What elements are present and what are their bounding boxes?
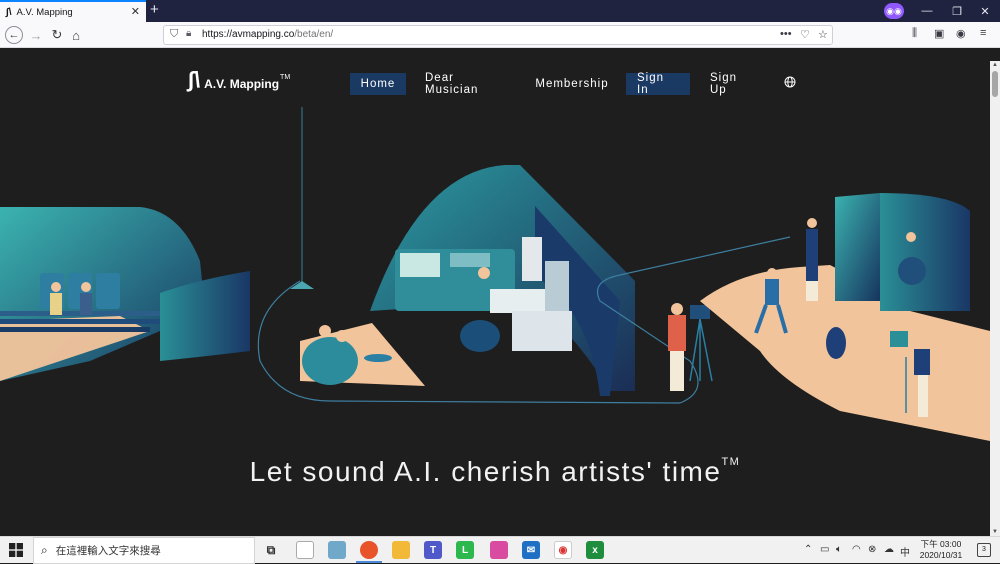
browser-nav-bar: ← → ↻ ⌂ ⛉ 🔒︎ https://avmapping.co/beta/e… [0, 22, 1000, 48]
private-browsing-icon: ◉◉ [884, 3, 904, 19]
sidebar-icon[interactable]: ▣ [934, 27, 944, 40]
logo-mark-icon: ∫\ [188, 67, 201, 92]
line-icon[interactable]: L [456, 541, 474, 559]
page-actions-button[interactable]: ••• [780, 28, 792, 40]
camera-operator [668, 315, 686, 351]
pocket-icon[interactable]: ♡ [800, 28, 810, 41]
studio-speaker [522, 237, 542, 281]
forward-button[interactable]: → [27, 26, 45, 44]
cinema-floor [0, 316, 150, 381]
tripod [689, 318, 713, 382]
video-camera-icon [690, 305, 710, 319]
back-button[interactable]: ← [5, 26, 23, 44]
monitor-screen [400, 253, 440, 277]
nav-dear-musician[interactable]: Dear Musician [414, 72, 518, 96]
wifi-icon[interactable]: ◠ [852, 544, 861, 555]
logo-text: A.V. Mapping [204, 77, 280, 91]
cloud-icon[interactable]: ☁ [884, 544, 894, 555]
hamburger-menu-icon[interactable]: ≡ [980, 27, 986, 39]
file-icon[interactable] [296, 541, 314, 559]
browser-tab[interactable]: ∫\ A.V. Mapping ✕ [0, 0, 146, 22]
hero-tagline: Let sound A.I. cherish artists' timeTM [249, 455, 741, 487]
scroll-down-arrow-icon[interactable]: ▼ [992, 529, 998, 535]
minimize-button[interactable]: — [912, 0, 942, 22]
tracking-shield-icon[interactable]: ⛉ [170, 28, 178, 41]
scrollbar-thumb[interactable] [992, 71, 998, 97]
logo-trademark: TM [280, 74, 291, 81]
battery-icon[interactable]: ▭ [820, 544, 829, 555]
firefox-icon[interactable] [360, 541, 378, 559]
mail-icon[interactable]: ✉ [522, 541, 540, 559]
photos-icon[interactable] [490, 541, 508, 559]
producer-chair [460, 320, 500, 352]
taskbar-search-box[interactable]: ⌕ 在這裡輸入文字來搜尋 [33, 537, 255, 564]
file-explorer-icon[interactable] [392, 541, 410, 559]
nav-sign-in[interactable]: Sign In [626, 72, 690, 96]
lounge-armchair [302, 337, 358, 385]
drum-booth [880, 193, 970, 311]
site-logo[interactable]: ∫\ A.V. Mapping TM [188, 67, 290, 93]
volume-icon[interactable]: 🔈︎ [836, 544, 842, 555]
nav-sign-up[interactable]: Sign Up [699, 72, 765, 96]
chrome-icon[interactable]: ◉ [554, 541, 572, 559]
tagline-trademark: TM [721, 455, 741, 468]
address-bar[interactable]: ⛉ 🔒︎ https://avmapping.co/beta/en/ ••• ♡… [163, 25, 833, 45]
search-icon: ⌕ [41, 543, 48, 557]
clock-date: 2020/10/31 [919, 550, 963, 560]
producer [478, 267, 490, 279]
windows-start-icon[interactable] [9, 543, 23, 557]
page-scrollbar[interactable]: ▲ ▼ [990, 61, 1000, 536]
scroll-up-arrow-icon[interactable]: ▲ [992, 62, 998, 68]
clock-time: 下午 03:00 [920, 539, 962, 549]
app-icon[interactable] [328, 541, 346, 559]
excel-icon[interactable]: x [586, 541, 604, 559]
nav-membership[interactable]: Membership [527, 73, 617, 95]
flute-player [806, 218, 818, 301]
url-text[interactable]: https://avmapping.co/beta/en/ [202, 29, 333, 40]
tab-title: A.V. Mapping [16, 6, 73, 18]
nav-home[interactable]: Home [350, 73, 406, 95]
drum-kit [898, 257, 926, 285]
page-viewport: ∫\ A.V. Mapping TM Home Dear Musician Me… [0, 61, 990, 536]
windows-taskbar: ⌕ 在這裡輸入文字來搜尋 ⧉ T L ✉ ◉ x ⌃ ▭ 🔈︎ ◠ ⊗ ☁ 中 … [0, 536, 1000, 564]
network-icon[interactable]: ⊗ [868, 544, 876, 555]
language-globe-icon[interactable] [784, 76, 796, 88]
restore-button[interactable]: ❐ [942, 0, 972, 22]
bookmark-star-icon[interactable]: ☆ [818, 28, 828, 41]
tray-expand-icon[interactable]: ⌃ [804, 544, 812, 555]
notification-center-icon[interactable]: 3 [977, 543, 991, 557]
system-clock[interactable]: 下午 03:00 2020/10/31 [915, 539, 967, 561]
library-icon[interactable]: ⫼ [912, 27, 917, 40]
drum-booth-left [835, 193, 880, 301]
reload-button[interactable]: ↻ [48, 26, 66, 44]
close-tab-icon[interactable]: ✕ [131, 5, 140, 18]
new-tab-button[interactable]: + [150, 2, 159, 18]
lock-icon[interactable]: 🔒︎ [186, 28, 191, 39]
site-favicon-icon: ∫\ [6, 6, 12, 18]
close-window-button[interactable]: ✕ [970, 0, 1000, 22]
search-placeholder: 在這裡輸入文字來搜尋 [55, 545, 161, 557]
account-icon[interactable]: ◉ [956, 27, 966, 40]
task-view-icon[interactable]: ⧉ [262, 541, 280, 559]
home-button[interactable]: ⌂ [67, 26, 85, 44]
teams-icon[interactable]: T [424, 541, 442, 559]
browser-tab-bar: ∫\ A.V. Mapping ✕ + ◉◉ — ❐ ✕ [0, 0, 1000, 22]
coffee-table [364, 354, 392, 362]
language-indicator[interactable]: 中 [900, 544, 910, 559]
